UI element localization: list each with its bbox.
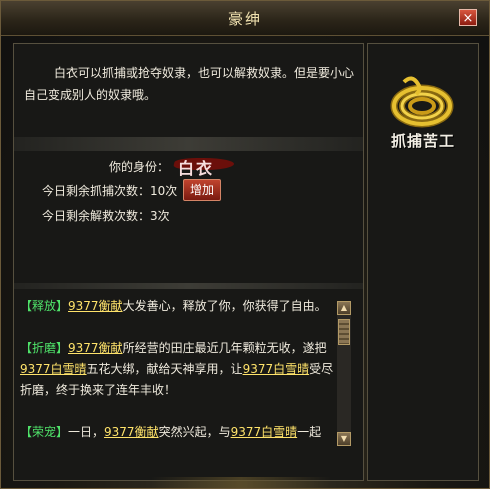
title-bar: 豪绅 × <box>1 1 489 36</box>
log-tag: 【折磨】 <box>20 341 69 355</box>
player-link[interactable]: 9377白雪晴 <box>231 425 298 439</box>
player-link[interactable]: 9377衡献 <box>104 425 159 439</box>
log-entry: 【荣宠】一日，9377衡献突然兴起，与9377白雪晴一起 <box>20 422 338 443</box>
log-entry: 【释放】9377衡献大发善心，释放了你，你获得了自由。 <box>20 296 338 317</box>
intro-text: 白衣可以抓捕或抢夺奴隶，也可以解救奴隶。但是要小心自己变成别人的奴隶哦。 <box>24 66 355 102</box>
identity-badge: 白衣 <box>172 154 236 178</box>
rescue-count: 3次 <box>150 209 170 223</box>
identity-row: 你的身份： 白衣 <box>14 154 363 178</box>
scroll-up-button[interactable]: ▲ <box>337 301 351 315</box>
log-tag: 【释放】 <box>20 299 69 313</box>
log-text: 大发善心，释放了你，你获得了自由。 <box>122 299 327 313</box>
player-link[interactable]: 9377白雪晴 <box>20 362 87 376</box>
increase-button[interactable]: 增加 <box>183 179 221 201</box>
bottom-decoration <box>151 477 331 488</box>
player-link[interactable]: 9377衡献 <box>68 299 123 313</box>
close-button[interactable]: × <box>459 9 477 26</box>
section-divider <box>14 137 363 151</box>
capture-count-row: 今日剩余抓捕次数：10次 <box>42 182 177 199</box>
log-text: 五花大绑，献给天神享用，让 <box>86 362 243 376</box>
info-panel: 白衣可以抓捕或抢夺奴隶，也可以解救奴隶。但是要小心自己变成别人的奴隶哦。 你的身… <box>13 43 364 481</box>
capture-label: 今日剩余抓捕次数： <box>42 184 151 198</box>
log-text: 突然兴起，与 <box>158 425 231 439</box>
log-tag: 【荣宠】 <box>20 425 69 439</box>
scroll-down-button[interactable]: ▼ <box>337 432 351 446</box>
identity-value: 白衣 <box>178 159 215 178</box>
log-entry: 【折磨】9377衡献所经营的田庄最近几年颗粒无收，遂把 9377白雪晴五花大绑，献… <box>20 338 338 401</box>
rescue-label: 今日剩余解救次数： <box>42 209 151 223</box>
rescue-count-row: 今日剩余解救次数：3次 <box>42 207 170 224</box>
scroll-thumb[interactable] <box>338 319 350 345</box>
capture-label[interactable]: 抓捕苦工 <box>368 130 478 151</box>
capture-panel[interactable]: 抓捕苦工 <box>367 43 479 481</box>
log-text: 一日， <box>68 425 105 439</box>
capture-count: 10次 <box>150 184 178 198</box>
rope-icon[interactable] <box>382 72 462 132</box>
window-title: 豪绅 <box>227 10 262 28</box>
event-log: 【释放】9377衡献大发善心，释放了你，你获得了自由。 【折磨】9377衡献所经… <box>20 296 338 476</box>
player-link[interactable]: 9377衡献 <box>68 341 123 355</box>
log-text: 所经营的田庄最近几年颗粒无收，遂把 <box>122 341 327 355</box>
player-link[interactable]: 9377白雪晴 <box>243 362 310 376</box>
log-text: 一起 <box>297 425 322 439</box>
section-divider <box>14 283 363 289</box>
slave-dialog-window: 豪绅 × 白衣可以抓捕或抢夺奴隶，也可以解救奴隶。但是要小心自己变成别人的奴隶哦… <box>0 0 490 489</box>
identity-label: 你的身份： <box>109 160 170 174</box>
